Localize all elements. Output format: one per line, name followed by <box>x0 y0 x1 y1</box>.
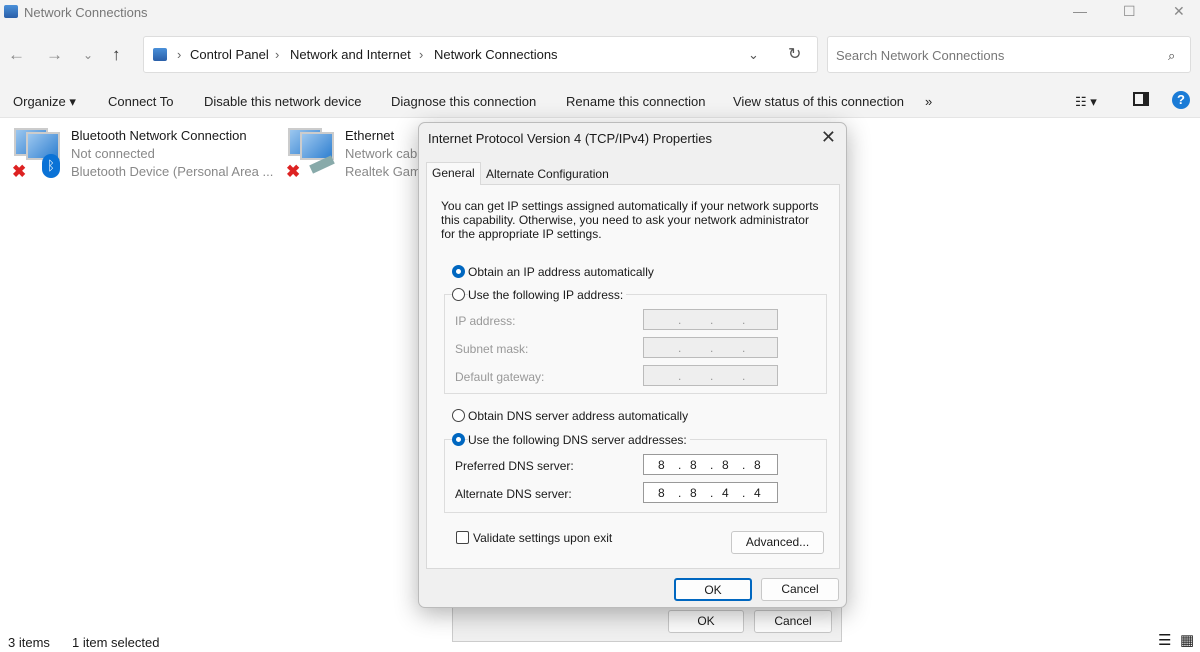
connection-device: Bluetooth Device (Personal Area ... <box>71 164 273 179</box>
ok-button[interactable]: OK <box>674 578 752 601</box>
dialog-title: Internet Protocol Version 4 (TCP/IPv4) P… <box>428 131 712 146</box>
ip-auto-label: Obtain an IP address automatically <box>468 265 654 279</box>
help-icon[interactable]: ? <box>1172 91 1190 109</box>
up-button[interactable]: ↑ <box>112 45 121 65</box>
connection-status: Network cab <box>345 146 417 161</box>
breadcrumb-network-connections[interactable]: Network Connections <box>434 47 558 62</box>
maximize-button[interactable]: ☐ <box>1123 3 1136 20</box>
advanced-button[interactable]: Advanced... <box>731 531 824 554</box>
network-folder-icon <box>4 5 18 18</box>
network-computer-icon: ✖ <box>286 128 334 178</box>
search-input[interactable]: Search Network Connections <box>836 48 1004 63</box>
default-gateway-label: Default gateway: <box>455 370 544 384</box>
general-panel: You can get IP settings assigned automat… <box>426 184 840 569</box>
connection-name: Bluetooth Network Connection <box>71 128 247 143</box>
recent-chevron-down-icon[interactable]: ⌄ <box>83 48 93 62</box>
item-count: 3 items <box>8 635 50 650</box>
bluetooth-icon: ᛒ <box>42 154 60 178</box>
intro-text: You can get IP settings assigned automat… <box>441 199 819 213</box>
connection-ethernet[interactable]: ✖ Ethernet Network cab Realtek Gam <box>286 128 418 182</box>
subnet-mask-label: Subnet mask: <box>455 342 528 356</box>
alternate-dns-label: Alternate DNS server: <box>455 487 572 501</box>
command-bar: Organize ▾ Connect To Disable this netwo… <box>0 84 1200 118</box>
breadcrumb-network-and-internet[interactable]: Network and Internet <box>290 47 411 62</box>
ip-auto-radio[interactable] <box>452 265 465 278</box>
dns-auto-label: Obtain DNS server address automatically <box>468 409 688 423</box>
connect-to-button[interactable]: Connect To <box>108 94 174 109</box>
ip-address-label: IP address: <box>455 314 515 328</box>
selection-count: 1 item selected <box>72 635 159 650</box>
address-dropdown-icon[interactable]: ⌄ <box>748 47 759 63</box>
connection-status: Not connected <box>71 146 155 161</box>
preferred-dns-label: Preferred DNS server: <box>455 459 574 473</box>
default-gateway-field[interactable]: ... <box>643 365 778 386</box>
ip-manual-radio[interactable] <box>452 288 465 301</box>
refresh-icon[interactable]: ↻ <box>788 44 801 64</box>
ip-manual-label: Use the following IP address: <box>468 288 626 302</box>
organize-button[interactable]: Organize ▾ <box>13 94 76 110</box>
title-bar: Network Connections — ☐ ✕ <box>0 0 1200 26</box>
dns-auto-radio[interactable] <box>452 409 465 422</box>
forward-button[interactable]: → <box>46 45 63 65</box>
background-cancel-button[interactable]: Cancel <box>754 610 832 633</box>
tiles-view-icon[interactable]: ▦ <box>1180 631 1194 649</box>
back-button[interactable]: ← <box>8 45 25 65</box>
ipv4-properties-dialog: Internet Protocol Version 4 (TCP/IPv4) P… <box>418 122 847 608</box>
navigation-bar: ← → ⌄ ↑ › Control Panel › Network and In… <box>0 26 1200 84</box>
minimize-button[interactable]: — <box>1073 3 1087 19</box>
rename-button[interactable]: Rename this connection <box>566 94 705 109</box>
network-computer-icon: ✖ᛒ <box>12 128 60 178</box>
details-view-icon[interactable]: ☰ <box>1158 631 1171 649</box>
disable-device-button[interactable]: Disable this network device <box>204 94 362 109</box>
ip-address-field[interactable]: ... <box>643 309 778 330</box>
disconnected-x-icon: ✖ <box>286 162 300 182</box>
validate-checkbox[interactable] <box>456 531 469 544</box>
intro-text: this capability. Otherwise, you need to … <box>441 213 809 227</box>
disconnected-x-icon: ✖ <box>12 162 26 182</box>
preview-pane-icon[interactable] <box>1133 92 1149 106</box>
intro-text: for the appropriate IP settings. <box>441 227 602 241</box>
connection-name: Ethernet <box>345 128 394 143</box>
window-title: Network Connections <box>24 5 148 20</box>
connection-device: Realtek Gam <box>345 164 418 179</box>
alternate-dns-field[interactable]: 8.8.4.4 <box>643 482 778 503</box>
dialog-close-button[interactable]: ✕ <box>821 127 836 148</box>
validate-label: Validate settings upon exit <box>473 531 612 545</box>
dns-manual-label: Use the following DNS server addresses: <box>468 433 690 447</box>
tab-general[interactable]: General <box>426 162 481 185</box>
address-bar[interactable]: › Control Panel › Network and Internet ›… <box>143 36 818 73</box>
tab-alternate-configuration[interactable]: Alternate Configuration <box>481 164 614 185</box>
search-icon: ⌕ <box>1168 48 1175 64</box>
connection-bluetooth[interactable]: ✖ᛒ Bluetooth Network Connection Not conn… <box>12 128 272 182</box>
breadcrumb-control-panel[interactable]: Control Panel <box>190 47 269 62</box>
dns-manual-radio[interactable] <box>452 433 465 446</box>
view-options-icon[interactable]: ☷ ▾ <box>1075 94 1097 110</box>
preferred-dns-field[interactable]: 8.8.8.8 <box>643 454 778 475</box>
control-panel-icon <box>153 48 167 61</box>
diagnose-button[interactable]: Diagnose this connection <box>391 94 536 109</box>
background-ok-button[interactable]: OK <box>668 610 744 633</box>
more-commands-button[interactable]: » <box>925 94 932 109</box>
view-status-button[interactable]: View status of this connection <box>733 94 904 109</box>
search-box[interactable]: Search Network Connections ⌕ <box>827 36 1191 73</box>
cancel-button[interactable]: Cancel <box>761 578 839 601</box>
subnet-mask-field[interactable]: ... <box>643 337 778 358</box>
close-window-button[interactable]: ✕ <box>1173 3 1185 20</box>
